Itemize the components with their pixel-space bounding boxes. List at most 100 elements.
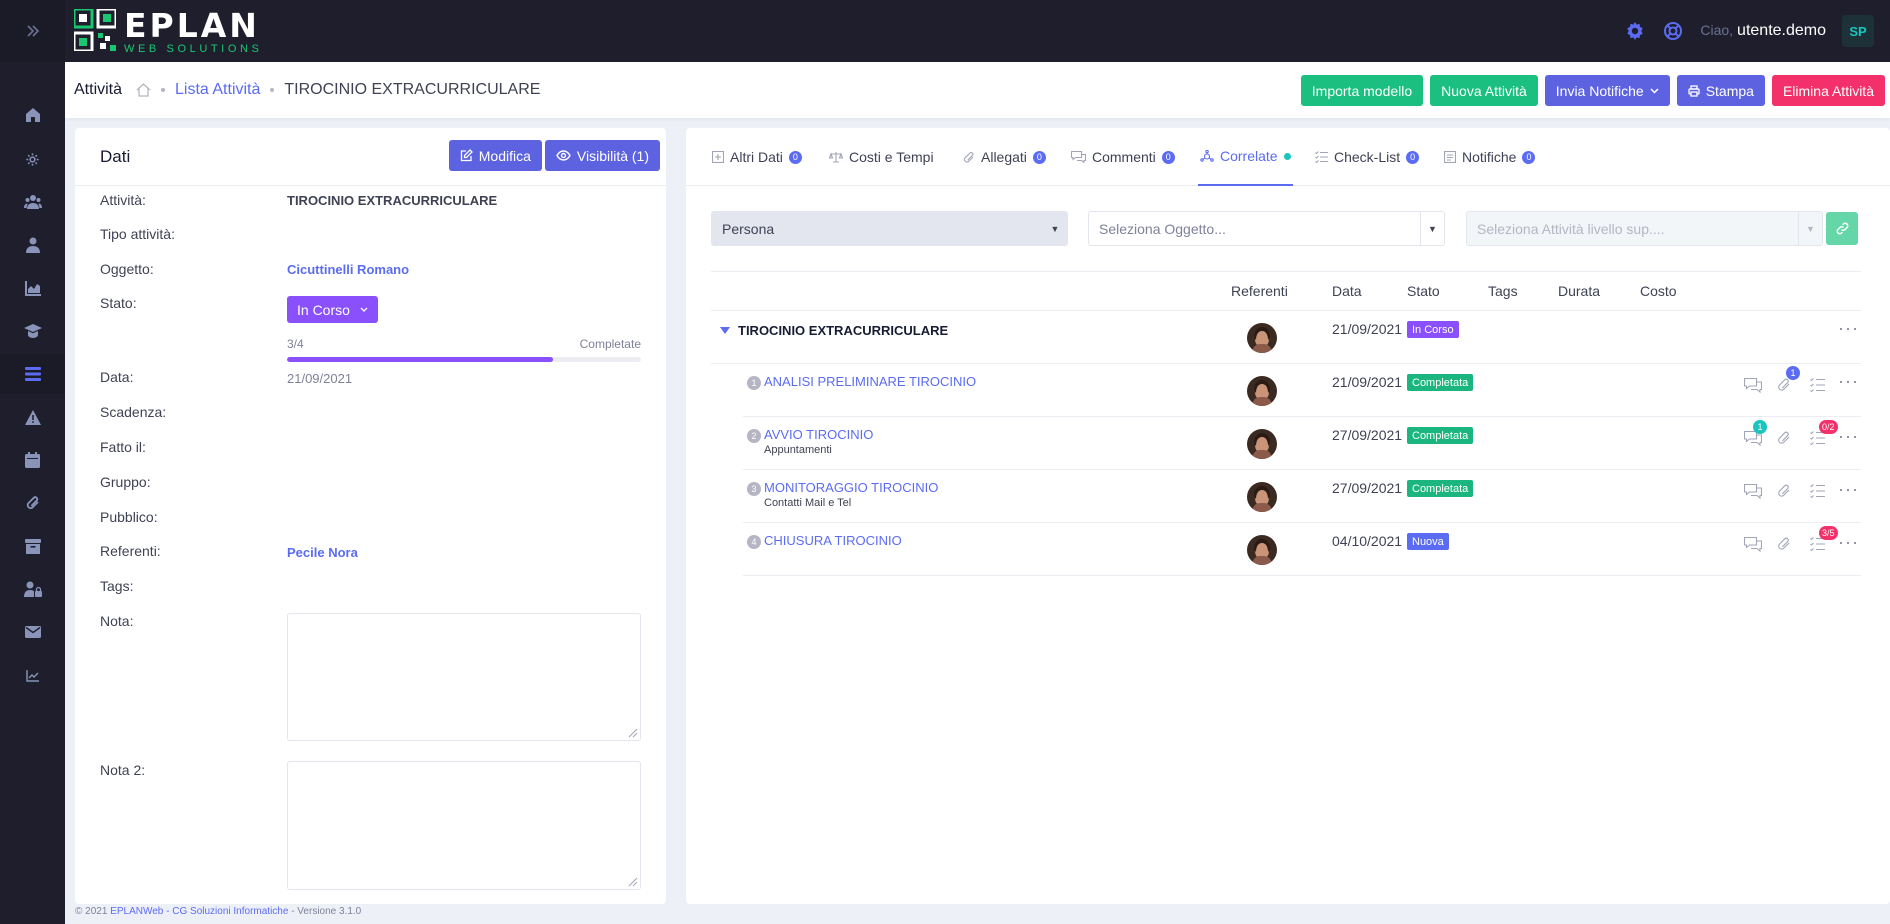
progress-fill (287, 357, 553, 362)
paperclip-icon[interactable] (1777, 536, 1795, 554)
activities-icon[interactable] (0, 354, 65, 394)
print-button[interactable]: Stampa (1676, 75, 1765, 106)
table-row[interactable]: 1 ANALISI PRELIMINARE TIROCINIO 21/09/20… (743, 364, 1861, 417)
stats-icon[interactable] (0, 655, 65, 695)
graduation-cap-icon[interactable] (0, 311, 65, 351)
breadcrumb-link[interactable]: Lista Attività (175, 81, 260, 99)
row-title[interactable]: MONITORAGGIO TIROCINIO (764, 480, 938, 495)
send-notifications-button[interactable]: Invia Notifiche (1544, 75, 1670, 106)
user-greeting[interactable]: Ciao, utente.demo (1700, 22, 1826, 40)
more-options-icon[interactable]: ··· (1838, 480, 1859, 498)
avatar[interactable] (1247, 323, 1277, 353)
support-icon[interactable] (1662, 20, 1684, 42)
comments-icon[interactable] (1744, 537, 1762, 555)
oggetto-select[interactable]: Seleziona Oggetto... ▼ (1088, 211, 1445, 246)
row-number: 4 (747, 535, 761, 549)
row-title[interactable]: TIROCINIO EXTRACURRICULARE (738, 323, 948, 338)
archive-icon[interactable] (0, 526, 65, 566)
gear-icon[interactable] (0, 139, 65, 179)
persona-select[interactable]: Persona ▼ (711, 211, 1068, 246)
paperclip-icon[interactable] (0, 483, 65, 523)
nota-textarea[interactable] (287, 613, 641, 741)
more-options-icon[interactable]: ··· (1838, 533, 1859, 551)
delete-activity-button[interactable]: Elimina Attività (1771, 75, 1885, 106)
comments-icon[interactable] (1744, 484, 1762, 502)
settings-icon[interactable] (1624, 20, 1646, 42)
checklist-count-badge: 0/2 (1819, 420, 1838, 434)
stato-dropdown[interactable]: In Corso (287, 296, 378, 323)
avatar[interactable] (1247, 535, 1277, 565)
home-icon[interactable] (0, 95, 65, 135)
status-badge: Completata (1407, 374, 1474, 391)
tab-correlate[interactable]: Correlate (1198, 128, 1293, 186)
paperclip-icon (963, 151, 975, 164)
checklist-icon[interactable] (1810, 484, 1828, 502)
logo[interactable]: EPLAN WEB SOLUTIONS (74, 6, 262, 55)
oggetto-value[interactable]: Cicuttinelli Romano (287, 262, 409, 277)
resize-handle-icon[interactable] (628, 728, 638, 738)
comments-icon[interactable] (1744, 378, 1762, 396)
status-badge: Completata (1407, 427, 1474, 444)
mail-icon[interactable] (0, 612, 65, 652)
referenti-label: Referenti: (100, 543, 161, 559)
link-button[interactable] (1826, 212, 1858, 245)
user-lock-icon[interactable] (0, 569, 65, 609)
avatar[interactable]: SP (1842, 15, 1874, 47)
visibility-button[interactable]: Visibilità (1) (544, 140, 660, 171)
row-title[interactable]: ANALISI PRELIMINARE TIROCINIO (764, 374, 976, 389)
tab-altri-dati[interactable]: Altri Dati 0 (712, 128, 802, 186)
import-template-button[interactable]: Importa modello (1300, 75, 1424, 106)
user-icon[interactable] (0, 225, 65, 265)
avatar[interactable] (1247, 376, 1277, 406)
data-card: Dati Modifica Visibilità (1) Attività: T… (75, 128, 666, 904)
row-title[interactable]: AVVIO TIROCINIO (764, 427, 873, 442)
row-date: 21/09/2021 (1332, 374, 1403, 390)
edit-button[interactable]: Modifica (448, 140, 542, 171)
users-icon[interactable] (0, 182, 65, 222)
tab-costi-tempi[interactable]: Costi e Tempi (829, 128, 934, 186)
chart-icon[interactable] (0, 268, 65, 308)
paperclip-icon[interactable] (1777, 483, 1795, 501)
caret-down-icon[interactable] (720, 327, 730, 334)
footer-link[interactable]: EPLANWeb - CG Soluzioni Informatiche (110, 906, 288, 917)
expand-menu-icon[interactable] (0, 0, 65, 62)
table-row[interactable]: 4 CHIUSURA TIROCINIO 04/10/2021 Nuova 3/… (743, 523, 1861, 576)
tab-check-list-label: Check-List (1334, 149, 1401, 165)
new-activity-label: Nuova Attività (1441, 82, 1527, 99)
new-activity-button[interactable]: Nuova Attività (1430, 75, 1538, 106)
warning-icon[interactable] (0, 397, 65, 437)
row-subtitle: Contatti Mail e Tel (764, 497, 852, 509)
nota-2-label: Nota 2: (100, 762, 146, 778)
logo-word: EPLAN (124, 6, 260, 45)
more-options-icon[interactable]: ··· (1838, 319, 1859, 337)
calendar-icon[interactable] (0, 440, 65, 480)
more-options-icon[interactable]: ··· (1838, 372, 1859, 390)
nota-2-textarea[interactable] (287, 761, 641, 890)
status-badge: Nuova (1407, 533, 1449, 550)
tab-notifiche[interactable]: Notifiche 0 (1444, 128, 1536, 186)
data-label: Data: (100, 369, 134, 385)
footer-version: - Versione 3.1.0 (291, 906, 362, 917)
oggetto-label: Oggetto: (100, 261, 154, 277)
table-row[interactable]: 2 AVVIO TIROCINIO Appuntamenti 27/09/202… (743, 417, 1861, 470)
row-title[interactable]: CHIUSURA TIROCINIO (764, 533, 902, 548)
avatar[interactable] (1247, 429, 1277, 459)
tab-commenti[interactable]: Commenti 0 (1071, 128, 1175, 186)
checklist-icon (1315, 151, 1328, 163)
checklist-icon[interactable] (1810, 378, 1828, 396)
table-row[interactable]: TIROCINIO EXTRACURRICULARE 21/09/2021 In… (711, 311, 1861, 364)
network-icon (1200, 149, 1214, 163)
referenti-value[interactable]: Pecile Nora (287, 545, 358, 560)
more-options-icon[interactable]: ··· (1838, 427, 1859, 445)
table-header: Referenti Data Stato Tags Durata Costo (711, 271, 1861, 311)
resize-handle-icon[interactable] (628, 877, 638, 887)
scadenza-label: Scadenza: (100, 404, 167, 420)
paperclip-icon[interactable] (1777, 430, 1795, 448)
progress-label: Completate (579, 337, 641, 351)
avatar[interactable] (1247, 482, 1277, 512)
tab-allegati[interactable]: Allegati 0 (963, 128, 1046, 186)
home-icon[interactable] (136, 83, 151, 97)
livello-superiore-select[interactable]: Seleziona Attività livello sup.... ▼ (1466, 211, 1823, 246)
table-row[interactable]: 3 MONITORAGGIO TIROCINIO Contatti Mail e… (743, 470, 1861, 523)
tab-check-list[interactable]: Check-List 0 (1315, 128, 1420, 186)
